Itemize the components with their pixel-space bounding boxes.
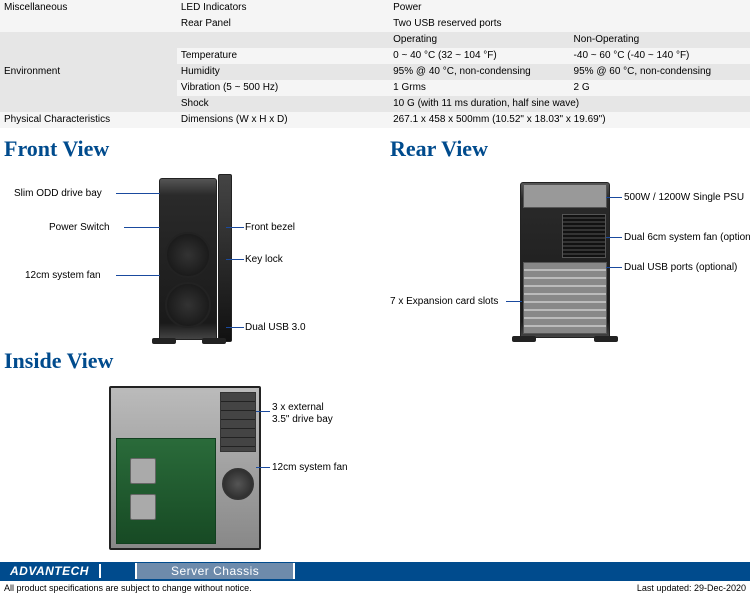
label-drivebay-l1: 3 x external — [272, 402, 324, 413]
label-power-switch: Power Switch — [49, 222, 110, 233]
cat-env: Environment — [0, 32, 177, 112]
base-icon — [594, 336, 618, 342]
label-drivebay-l2: 3.5" drive bay — [272, 414, 333, 425]
label-front-fan: 12cm system fan — [25, 270, 101, 281]
last-updated-text: Last updated: 29-Dec-2020 — [637, 583, 746, 593]
cat-phys: Physical Characteristics — [0, 112, 177, 128]
label-rear-fan: Dual 6cm system fan (optional) — [624, 232, 750, 243]
disclaimer-text: All product specifications are subject t… — [4, 583, 252, 593]
rear-view-section: Rear View 500W / 1200W Single PSU Dual 6… — [390, 130, 750, 346]
page-footer: ADVANTECH Server Chassis All product spe… — [0, 562, 750, 593]
label-rear-usb: Dual USB ports (optional) — [624, 262, 737, 273]
inside-view-diagram: 3 x external 3.5" drive bay 12cm system … — [4, 378, 364, 558]
inside-view-section: Inside View 3 x external 3.5" drive bay … — [4, 342, 364, 558]
label-bezel: Front bezel — [245, 222, 295, 233]
inside-view-title: Inside View — [4, 348, 364, 374]
front-bezel-icon — [218, 174, 232, 342]
cat-misc: Miscellaneous — [0, 0, 177, 16]
cpu-icon — [130, 494, 156, 520]
drive-cage-icon — [220, 392, 256, 452]
cpu-icon — [130, 458, 156, 484]
front-view-diagram: Slim ODD drive bay Power Switch 12cm sys… — [4, 166, 364, 346]
label-keylock: Key lock — [245, 254, 283, 265]
fan-grille-icon — [562, 214, 606, 258]
fan-icon — [165, 232, 211, 278]
front-view-section: Front View Slim ODD drive bay Power Swit… — [4, 130, 364, 346]
brand-logo: ADVANTECH — [0, 564, 101, 578]
fan-icon — [165, 282, 211, 328]
label-odd: Slim ODD drive bay — [14, 188, 102, 199]
motherboard-icon — [116, 438, 216, 544]
label-psu: 500W / 1200W Single PSU — [624, 192, 744, 203]
spec-table: Miscellaneous LED Indicators Power Rear … — [0, 0, 750, 128]
rear-view-diagram: 500W / 1200W Single PSU Dual 6cm system … — [390, 166, 750, 346]
rear-view-title: Rear View — [390, 136, 750, 162]
front-view-title: Front View — [4, 136, 364, 162]
base-icon — [512, 336, 536, 342]
product-category: Server Chassis — [135, 563, 295, 579]
label-inside-fan: 12cm system fan — [272, 462, 348, 473]
inside-fan-icon — [222, 468, 254, 500]
label-slots: 7 x Expansion card slots — [390, 296, 498, 307]
psu-icon — [523, 184, 607, 208]
label-usb3: Dual USB 3.0 — [245, 322, 306, 333]
expansion-slots-icon — [523, 262, 607, 334]
